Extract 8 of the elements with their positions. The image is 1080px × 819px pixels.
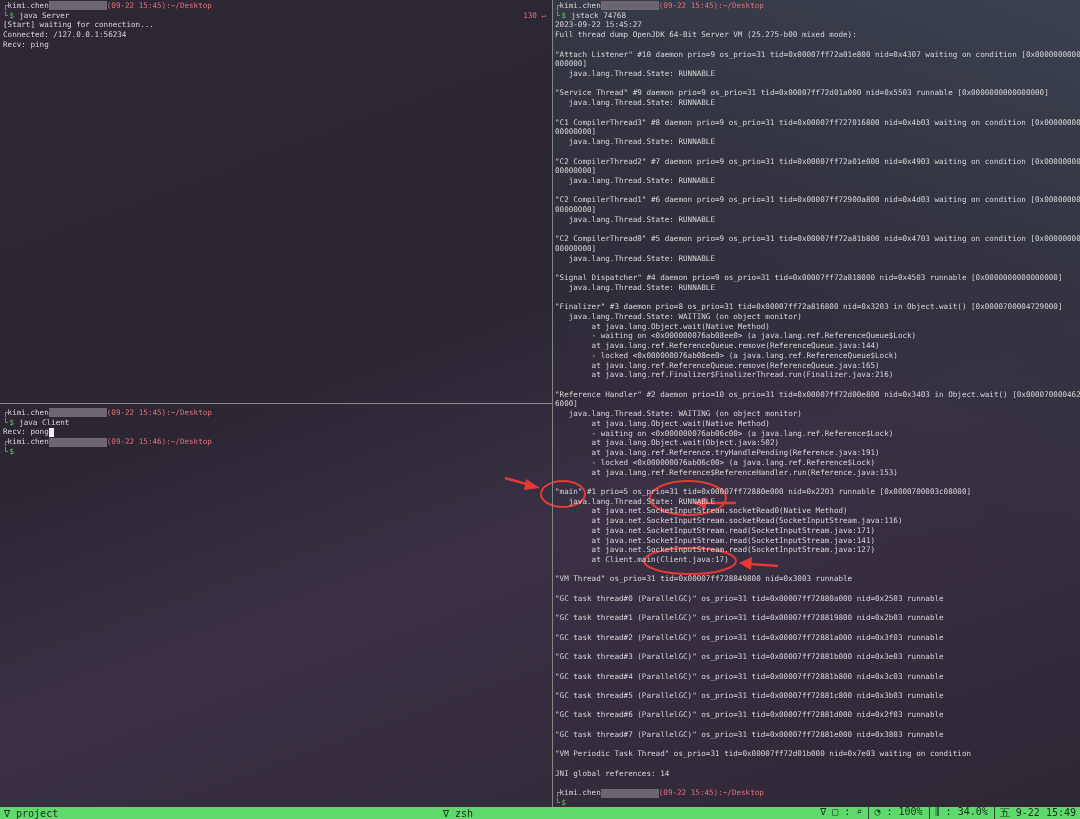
annotation-arrow [504, 476, 540, 490]
status-text: ∇ □ : ⌕ [820, 806, 863, 819]
status-text: ◔ : 100% [868, 806, 923, 819]
session-name: ∇ project [4, 807, 59, 819]
status-text: 五 9-22 15:49 [993, 806, 1076, 819]
window-name: ∇ zsh [443, 807, 474, 819]
status-text: ⫼ : 34.0% [928, 806, 988, 819]
annotation-arrow [739, 557, 779, 570]
